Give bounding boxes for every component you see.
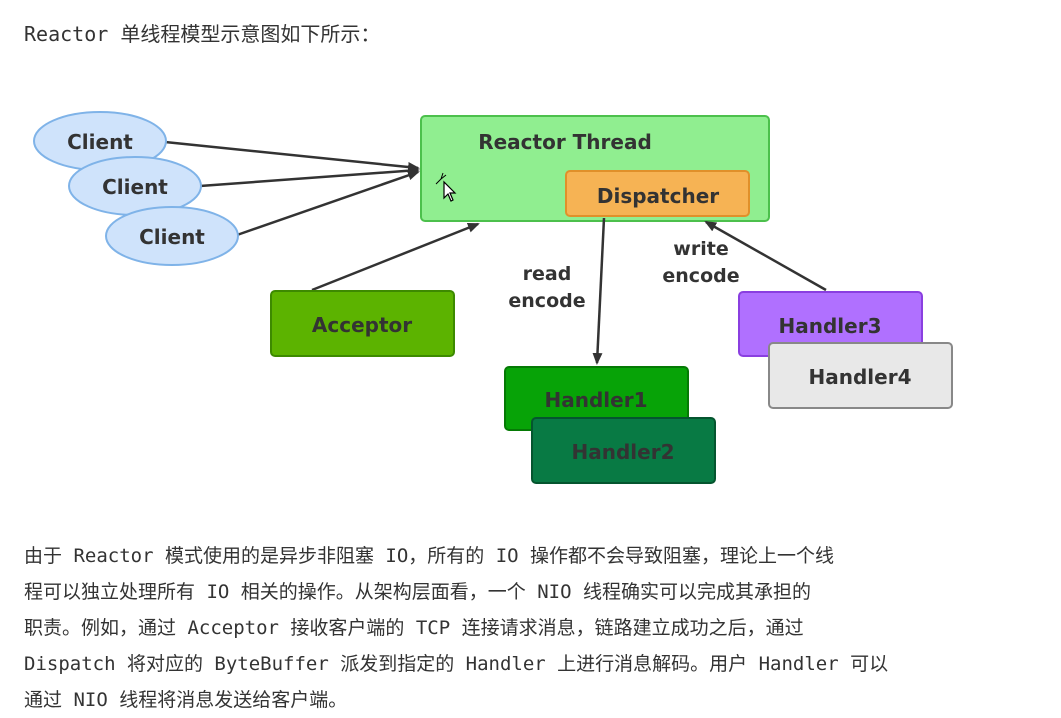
handler3-label: Handler3 — [779, 314, 882, 338]
write-label-1: write — [673, 238, 728, 260]
reactor-thread-label: Reactor Thread — [478, 130, 652, 154]
paragraph-line-5: 通过 NIO 线程将消息发送给客户端。 — [24, 689, 348, 711]
read-label-2: encode — [508, 290, 585, 312]
read-label-1: read — [523, 263, 572, 285]
dispatcher-label: Dispatcher — [597, 184, 719, 208]
client1-arrow — [164, 140, 420, 172]
paragraph-line-3: 职责。例如，通过 Acceptor 接收客户端的 TCP 连接请求消息，链路建立… — [24, 617, 804, 639]
handler1-label: Handler1 — [545, 388, 648, 412]
read-arrow — [592, 217, 606, 365]
client-label-3: Client — [139, 225, 205, 249]
acceptor-label: Acceptor — [312, 313, 412, 337]
paragraph-line-2: 程可以独立处理所有 IO 相关的操作。从架构层面看，一个 NIO 线程确实可以完… — [24, 581, 811, 603]
client-label-2: Client — [102, 175, 168, 199]
acceptor-arrow — [311, 222, 480, 292]
paragraph-line-1: 由于 Reactor 模式使用的是异步非阻塞 IO，所有的 IO 操作都不会导致… — [24, 545, 835, 567]
handler2-label: Handler2 — [572, 440, 675, 464]
handler4-label: Handler4 — [809, 365, 912, 389]
write-label-2: encode — [662, 265, 739, 287]
reactor-diagram: Reactor Thread Dispatcher Client Client … — [33, 111, 953, 484]
paragraph-line-4: Dispatch 将对应的 ByteBuffer 派发到指定的 Handler … — [24, 653, 889, 675]
description-paragraph: 由于 Reactor 模式使用的是异步非阻塞 IO，所有的 IO 操作都不会导致… — [24, 538, 1024, 718]
client-label-1: Client — [67, 130, 133, 154]
